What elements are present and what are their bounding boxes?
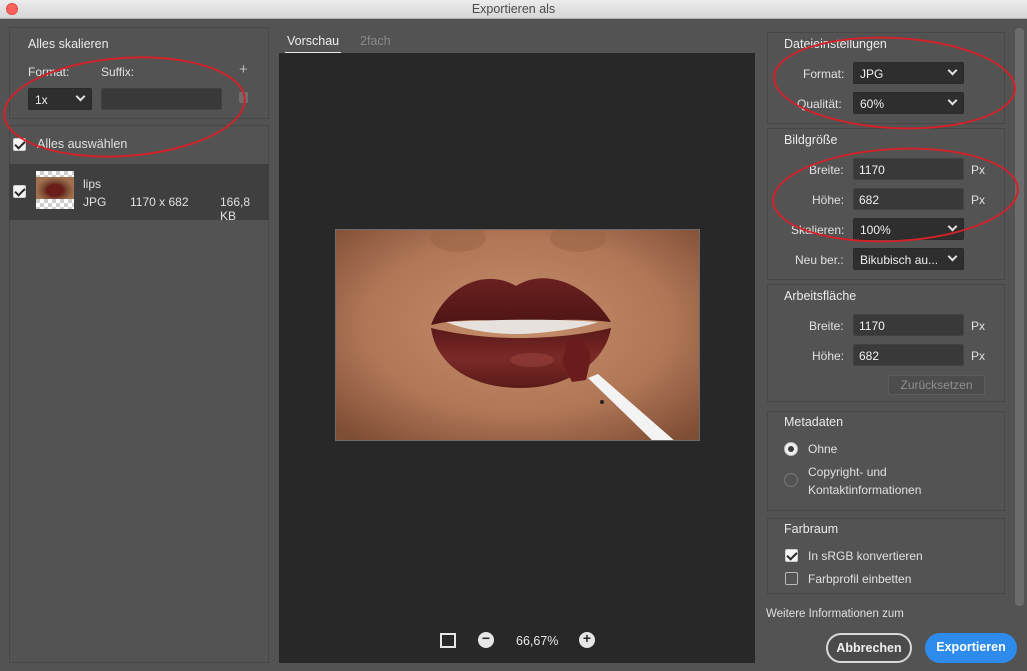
reset-button[interactable]: Zurücksetzen [888, 375, 985, 395]
asset-row[interactable]: lips JPG 1170 x 682 166,8 KB [9, 164, 269, 223]
zoom-out-button[interactable]: − [478, 630, 494, 648]
zoom-level: 66,67% [516, 634, 559, 648]
scale-all-heading: Alles skalieren [28, 37, 109, 51]
add-scale-icon[interactable]: + [239, 61, 248, 78]
metadata-none-label: Ohne [808, 442, 838, 456]
resample-label: Neu ber.: [795, 253, 844, 267]
fit-image-icon[interactable] [440, 633, 456, 648]
window-title: Exportieren als [471, 2, 556, 16]
asset-thumbnail [36, 171, 74, 209]
minus-icon: − [481, 630, 491, 646]
asset-dimensions: 1170 x 682 [130, 195, 189, 209]
embed-profile-checkbox[interactable] [785, 572, 798, 585]
asset-name: lips [83, 177, 102, 191]
tab-2x[interactable]: 2fach [360, 34, 391, 48]
cancel-button[interactable]: Abbrechen [826, 633, 912, 663]
right-panel-scrollbar[interactable] [1015, 28, 1024, 606]
title-bar: Exportieren als [0, 0, 1027, 19]
canvas-width-label: Breite: [809, 319, 844, 333]
metadata-copyright-label-2: Kontaktinformationen [808, 483, 922, 497]
canvas-height-unit: Px [971, 349, 986, 363]
preview-image [335, 229, 700, 441]
lips-photo [336, 230, 699, 440]
metadata-copyright-label-1: Copyright- und [808, 465, 887, 479]
export-button[interactable]: Exportieren [925, 633, 1017, 663]
asset-size: 166,8 KB [220, 195, 251, 223]
metadata-heading: Metadaten [784, 415, 844, 429]
resample-value: Bikubisch au... [860, 253, 939, 267]
asset-checkbox[interactable] [13, 185, 26, 198]
canvas-width-unit: Px [971, 319, 986, 333]
canvas-height-input[interactable]: 682 [853, 344, 964, 366]
srgb-label: In sRGB konvertieren [808, 549, 923, 563]
canvas-width-input[interactable]: 1170 [853, 314, 964, 336]
zoom-in-button[interactable]: + [579, 630, 595, 648]
asset-format: JPG [83, 195, 107, 209]
preview-toolbar: − 66,67% + [279, 628, 755, 654]
preview-area [279, 53, 755, 663]
image-size-heading: Bildgröße [784, 133, 838, 147]
metadata-copyright-radio[interactable] [784, 473, 798, 487]
embed-profile-label: Farbprofil einbetten [808, 572, 912, 586]
resample-dropdown[interactable]: Bikubisch au... [853, 248, 964, 270]
canvas-height-label: Höhe: [812, 349, 845, 363]
canvas-heading: Arbeitsfläche [784, 289, 857, 303]
plus-icon: + [582, 630, 592, 646]
srgb-checkbox[interactable] [785, 549, 798, 562]
chevron-down-icon [947, 251, 958, 262]
tab-preview[interactable]: Vorschau [284, 34, 342, 54]
color-space-heading: Farbraum [784, 522, 839, 536]
more-info-link[interactable]: Weitere Informationen zum [766, 608, 904, 620]
metadata-none-radio[interactable] [784, 442, 798, 456]
